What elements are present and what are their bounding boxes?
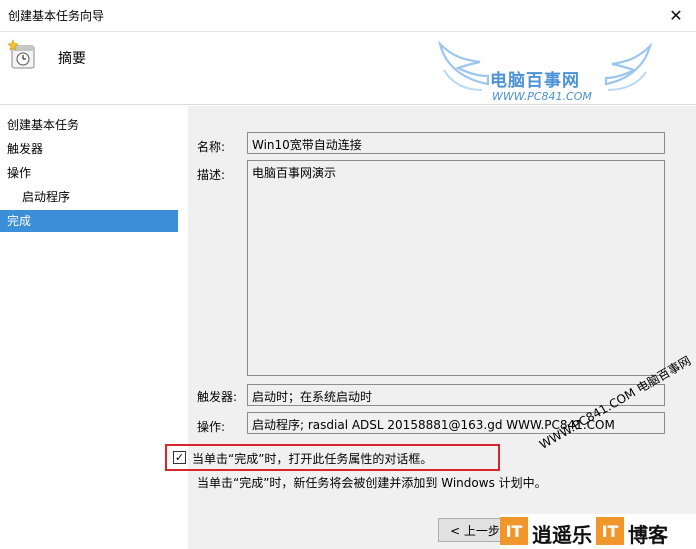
trigger-label: 触发器: (197, 390, 238, 404)
site-logo: 电脑百事网 WWW.PC841.COM (436, 40, 656, 108)
open-properties-option[interactable]: ✓ 当单击“完成”时，打开此任务属性的对话框。 (165, 444, 500, 471)
open-properties-checkbox[interactable]: ✓ (173, 451, 186, 464)
brand-name: 逍遥乐 (532, 523, 592, 547)
summary-panel: 名称: Win10宽带自动连接 描述: 电脑百事网演示 触发器: 启动时；在系统… (165, 106, 696, 549)
finish-note: 当单击“完成”时，新任务将会被创建并添加到 Windows 计划中。 (197, 476, 547, 490)
step-start-program[interactable]: 启动程序 (0, 186, 178, 208)
scheduled-task-icon (7, 39, 35, 69)
brand-it-badge-2: IT (596, 517, 624, 545)
logo-name: 电脑百事网 (490, 71, 580, 91)
brand-it-badge: IT (500, 517, 528, 545)
open-properties-label: 当单击“完成”时，打开此任务属性的对话框。 (192, 452, 433, 466)
page-heading: 摘要 (58, 51, 86, 67)
window-title: 创建基本任务向导 (8, 9, 105, 23)
description-label: 描述: (197, 168, 226, 182)
action-label: 操作: (197, 420, 226, 434)
wizard-steps: 创建基本任务 触发器 操作 启动程序 完成 (0, 106, 188, 549)
step-finish[interactable]: 完成 (0, 210, 178, 232)
name-field: Win10宽带自动连接 (247, 132, 665, 154)
brand-tail: 博客 (628, 523, 668, 547)
description-field: 电脑百事网演示 (247, 160, 665, 376)
close-icon[interactable]: ✕ (656, 0, 696, 30)
brand-watermark: IT 逍遥乐 IT 博客 (500, 514, 696, 549)
step-trigger[interactable]: 触发器 (0, 138, 178, 160)
step-create-basic-task[interactable]: 创建基本任务 (0, 114, 178, 136)
step-action[interactable]: 操作 (0, 162, 178, 184)
logo-url: WWW.PC841.COM (492, 90, 592, 103)
name-label: 名称: (197, 140, 226, 154)
title-bar: 创建基本任务向导 ✕ (0, 0, 696, 32)
